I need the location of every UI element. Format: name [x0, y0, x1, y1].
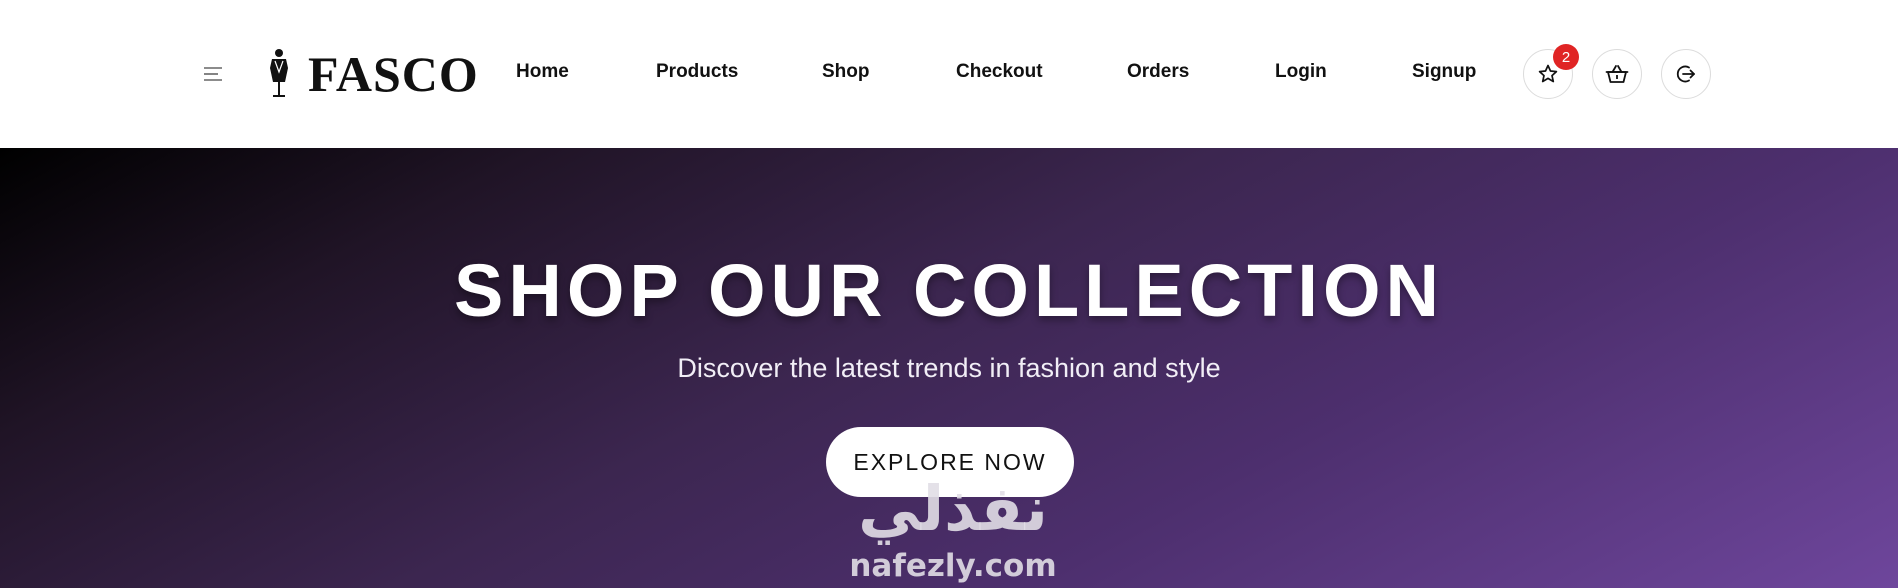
hero-title: SHOP OUR COLLECTION — [454, 249, 1444, 332]
site-logo[interactable]: FASCO — [264, 44, 479, 104]
basket-icon — [1605, 65, 1629, 83]
wishlist-button[interactable]: 2 — [1523, 44, 1579, 99]
menu-toggle-button[interactable] — [198, 62, 228, 86]
nav-checkout[interactable]: Checkout — [956, 61, 1043, 83]
watermark-latin-text: nafezly.com — [849, 548, 1057, 584]
hero-banner: SHOP OUR COLLECTION Discover the latest … — [0, 148, 1898, 588]
nav-orders[interactable]: Orders — [1127, 61, 1189, 83]
watermark: نفذلي nafezly.com — [838, 478, 1068, 588]
wishlist-count-badge: 2 — [1553, 44, 1579, 70]
logo-text: FASCO — [308, 46, 479, 102]
menu-icon — [204, 67, 222, 81]
cart-button[interactable] — [1592, 49, 1642, 99]
watermark-arabic-text: نفذلي — [858, 472, 1048, 545]
hero-subtitle: Discover the latest trends in fashion an… — [677, 353, 1221, 383]
nav-signup[interactable]: Signup — [1412, 61, 1476, 83]
nav-shop[interactable]: Shop — [822, 61, 870, 83]
logout-icon — [1676, 65, 1695, 83]
nav-login[interactable]: Login — [1275, 61, 1327, 83]
logout-button[interactable] — [1661, 49, 1711, 99]
site-header: FASCO Home Products Shop Checkout Orders… — [0, 0, 1898, 148]
nav-home[interactable]: Home — [516, 61, 569, 83]
nav-products[interactable]: Products — [656, 61, 738, 83]
logo-mannequin-icon — [270, 49, 288, 97]
